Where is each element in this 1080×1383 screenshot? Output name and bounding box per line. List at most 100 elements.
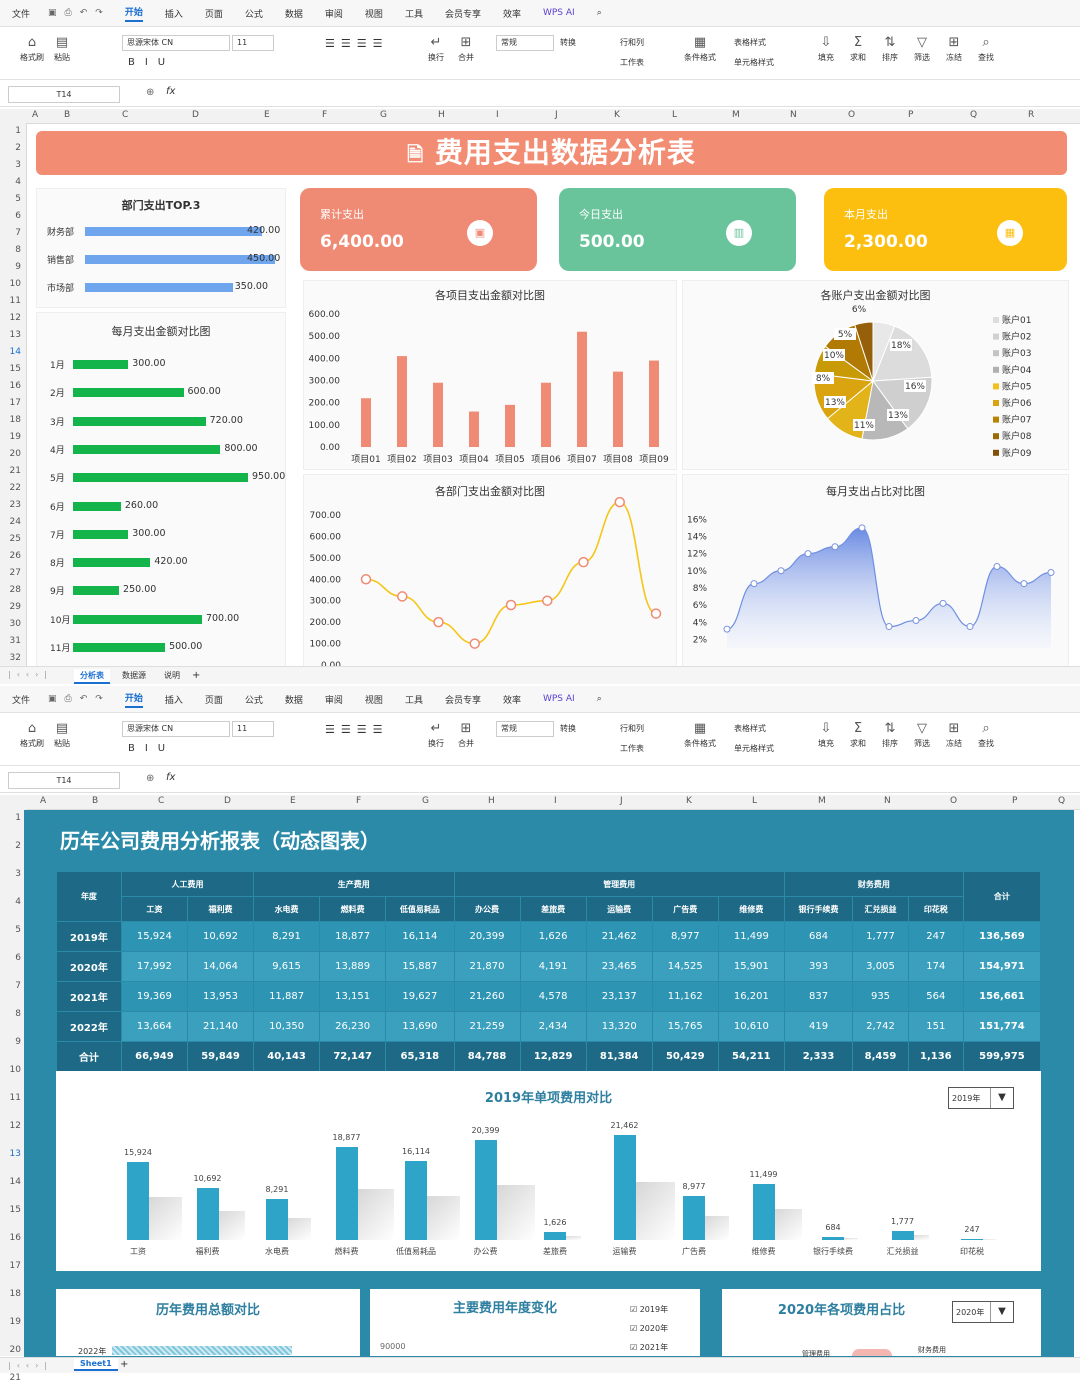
menu-wps-ai-2[interactable]: WPS AI: [543, 694, 575, 704]
row-label[interactable]: 24: [10, 517, 21, 527]
format-painter-button-2[interactable]: ⌂ 格式刷: [20, 721, 44, 749]
column-label[interactable]: N: [884, 796, 891, 806]
row-label[interactable]: 23: [10, 500, 21, 510]
font-style-buttons[interactable]: BIU: [128, 57, 175, 68]
tab-notes[interactable]: 说明: [158, 669, 186, 682]
rows-cols-button[interactable]: 行和列: [620, 37, 644, 48]
align-buttons[interactable]: ☰☰☰☰: [325, 37, 388, 50]
column-label[interactable]: F: [322, 110, 327, 120]
fx-icon[interactable]: fx: [166, 86, 175, 97]
menu-wps-ai[interactable]: WPS AI: [543, 8, 575, 18]
row-label[interactable]: 7: [15, 981, 21, 991]
sort-button[interactable]: ⇅ 排序: [882, 35, 898, 63]
column-label[interactable]: B: [92, 796, 98, 806]
redo-icon[interactable]: ↷: [95, 8, 103, 18]
search-icon[interactable]: ⌕: [597, 694, 602, 704]
conditional-format-button[interactable]: ▦ 条件格式: [684, 35, 716, 63]
menu-review[interactable]: 审阅: [325, 7, 343, 20]
row-label[interactable]: 11: [10, 1093, 21, 1103]
zoom-icon[interactable]: ⊕: [146, 87, 154, 98]
menu-tools-2[interactable]: 工具: [405, 693, 423, 706]
name-box-2[interactable]: T14: [8, 772, 120, 789]
paste-button[interactable]: ▤ 粘贴: [54, 35, 70, 63]
sum-button[interactable]: Σ 求和: [850, 35, 866, 63]
row-label[interactable]: 16: [10, 381, 21, 391]
row-label[interactable]: 21: [10, 1373, 21, 1383]
row-label[interactable]: 3: [15, 160, 21, 170]
conditional-format-button-2[interactable]: ▦ 条件格式: [684, 721, 716, 749]
worksheet-button-2[interactable]: 工作表: [620, 743, 644, 754]
freeze-button-2[interactable]: ⊞ 冻结: [946, 721, 962, 749]
menu-home-2[interactable]: 开始: [124, 691, 143, 708]
zoom-icon[interactable]: ⊕: [146, 773, 154, 784]
row-label[interactable]: 25: [10, 534, 21, 544]
row-label[interactable]: 20: [10, 1345, 21, 1355]
row-label[interactable]: 8: [15, 245, 21, 255]
row-label[interactable]: 22: [10, 483, 21, 493]
column-label[interactable]: C: [122, 110, 128, 120]
merge-button[interactable]: ⊞ 合并: [458, 35, 474, 63]
row-label[interactable]: 7: [15, 228, 21, 238]
font-style-buttons-2[interactable]: BIU: [128, 743, 175, 754]
font-size-select-2[interactable]: 11: [232, 721, 274, 737]
find-button[interactable]: ⌕ 查找: [978, 35, 994, 63]
row-label[interactable]: 2: [15, 143, 21, 153]
row-label[interactable]: 2: [15, 841, 21, 851]
row-label[interactable]: 3: [15, 869, 21, 879]
row-label[interactable]: 1: [15, 126, 21, 136]
column-label[interactable]: H: [488, 796, 495, 806]
cell-style-button-2[interactable]: 单元格样式: [734, 743, 774, 754]
row-label[interactable]: 27: [10, 568, 21, 578]
sheet-nav-arrows[interactable]: |‹‹›|: [8, 1361, 53, 1370]
column-label[interactable]: K: [614, 110, 620, 120]
sort-button-2[interactable]: ⇅ 排序: [882, 721, 898, 749]
column-label[interactable]: Q: [1058, 796, 1065, 806]
column-label[interactable]: E: [264, 110, 270, 120]
menu-insert-2[interactable]: 插入: [165, 693, 183, 706]
column-label[interactable]: A: [32, 110, 38, 120]
column-label[interactable]: P: [1012, 796, 1017, 806]
row-label[interactable]: 6: [15, 211, 21, 221]
row-label[interactable]: 14: [10, 347, 21, 357]
menu-efficiency[interactable]: 效率: [503, 7, 521, 20]
column-label[interactable]: A: [40, 796, 46, 806]
redo-icon[interactable]: ↷: [95, 694, 103, 704]
row-label[interactable]: 17: [10, 1261, 21, 1271]
row-label[interactable]: 9: [15, 262, 21, 272]
menu-data-2[interactable]: 数据: [285, 693, 303, 706]
column-label[interactable]: L: [672, 110, 677, 120]
row-label[interactable]: 12: [10, 313, 21, 323]
search-icon[interactable]: ⌕: [597, 8, 602, 18]
merge-button-2[interactable]: ⊞ 合并: [458, 721, 474, 749]
column-label[interactable]: P: [908, 110, 913, 120]
align-buttons-2[interactable]: ☰☰☰☰: [325, 723, 388, 736]
menu-file-2[interactable]: 文件: [12, 693, 30, 706]
menu-page-2[interactable]: 页面: [205, 693, 223, 706]
column-label[interactable]: F: [356, 796, 361, 806]
column-label[interactable]: B: [64, 110, 70, 120]
menu-view-2[interactable]: 视图: [365, 693, 383, 706]
add-sheet-icon[interactable]: +: [186, 669, 206, 682]
column-label[interactable]: L: [752, 796, 757, 806]
row-label[interactable]: 28: [10, 585, 21, 595]
legend-2021[interactable]: ☑ 2021年: [630, 1338, 668, 1357]
row-label[interactable]: 29: [10, 602, 21, 612]
row-label[interactable]: 9: [15, 1037, 21, 1047]
legend-2020[interactable]: ☑ 2020年: [630, 1319, 668, 1338]
filter-button[interactable]: ▽ 筛选: [914, 35, 930, 63]
tab-datasource[interactable]: 数据源: [116, 669, 152, 682]
cell-style-button[interactable]: 单元格样式: [734, 57, 774, 68]
column-label[interactable]: K: [686, 796, 692, 806]
row-label[interactable]: 6: [15, 953, 21, 963]
column-label[interactable]: C: [158, 796, 164, 806]
menu-tools[interactable]: 工具: [405, 7, 423, 20]
row-label[interactable]: 15: [10, 1205, 21, 1215]
row-label[interactable]: 21: [10, 466, 21, 476]
menu-review-2[interactable]: 审阅: [325, 693, 343, 706]
row-label[interactable]: 16: [10, 1233, 21, 1243]
paste-button-2[interactable]: ▤ 粘贴: [54, 721, 70, 749]
table-style-button-2[interactable]: 表格样式: [734, 723, 766, 734]
format-painter-button[interactable]: ⌂ 格式刷: [20, 35, 44, 63]
row-label[interactable]: 4: [15, 897, 21, 907]
convert-button-2[interactable]: 转换: [560, 723, 576, 734]
